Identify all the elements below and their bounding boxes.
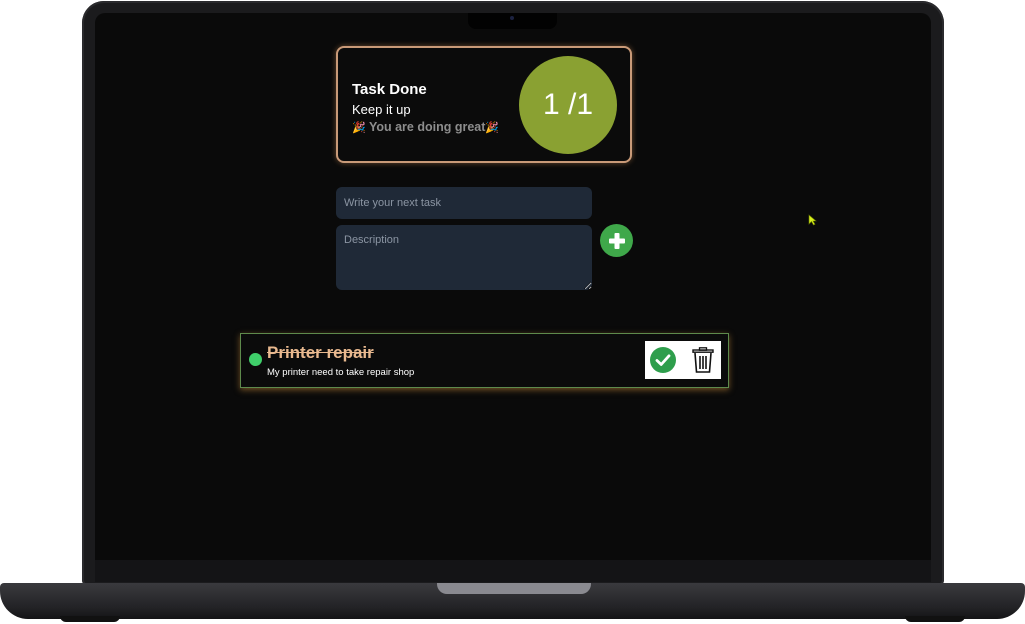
laptop-foot-right [905,616,965,622]
party-popper-icon: 🎉 [485,122,500,134]
task-description-input[interactable] [336,225,592,290]
plus-icon [608,232,625,249]
app-screen: Task Done Keep it up 🎉 You are doing gre… [95,13,931,560]
mouse-cursor-icon [808,214,817,226]
complete-task-button[interactable] [650,347,676,373]
task-actions [645,341,721,379]
task-title-input[interactable] [336,187,592,219]
progress-circle: 1 /1 [519,56,617,154]
task-item: Printer repair My printer need to take r… [240,333,729,388]
delete-task-button[interactable] [690,346,716,374]
laptop-mockup: Task Done Keep it up 🎉 You are doing gre… [0,0,1025,624]
laptop-base-notch [437,583,591,594]
summary-cheer: 🎉 You are doing great🎉 [352,120,499,134]
task-title: Printer repair [267,343,374,362]
laptop-foot-left [60,616,120,622]
trash-icon [692,347,714,373]
task-status-dot [249,353,262,366]
task-description: My printer need to take repair shop [267,367,415,378]
task-summary-card: Task Done Keep it up 🎉 You are doing gre… [336,46,632,163]
summary-title: Task Done [352,81,427,98]
check-circle-icon [655,354,671,366]
summary-subtitle: Keep it up [352,102,411,117]
camera-icon [510,16,514,20]
cheer-text: You are doing great [368,120,486,134]
party-popper-icon: 🎉 [352,122,366,134]
add-task-button[interactable] [600,224,633,257]
laptop-chin [95,560,931,582]
